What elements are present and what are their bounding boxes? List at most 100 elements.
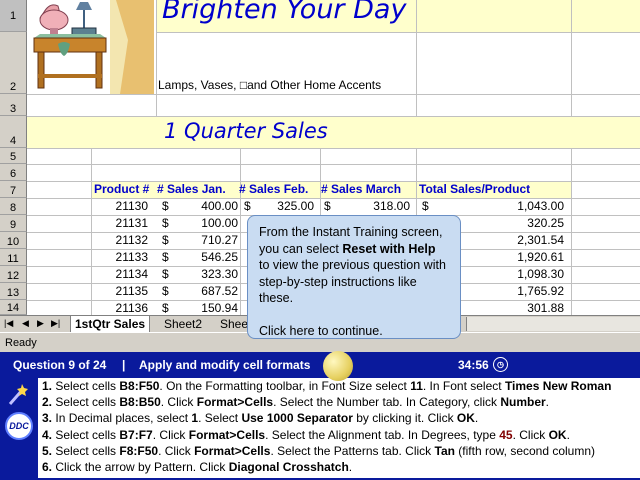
- cell-currency[interactable]: $: [162, 199, 169, 213]
- cell-total[interactable]: 1,098.30: [517, 267, 564, 281]
- step-text: . Select the Patterns tab. Click: [270, 443, 435, 458]
- cell-total[interactable]: 1,043.00: [517, 199, 564, 213]
- clock-icon[interactable]: ◷: [493, 357, 508, 372]
- workbook-title: Brighten Your Day: [162, 0, 407, 25]
- training-callout[interactable]: From the Instant Training screen, you ca…: [247, 215, 461, 339]
- cell-currency[interactable]: $: [162, 216, 169, 230]
- cell-total[interactable]: 1,765.92: [517, 284, 564, 298]
- header-product[interactable]: Product #: [94, 182, 149, 196]
- instruction-step: 3. In Decimal places, select 1. Select U…: [38, 410, 640, 426]
- step-text: Select cells: [55, 443, 120, 458]
- row-header-4[interactable]: 4: [0, 116, 27, 148]
- row-header-2[interactable]: 2: [0, 32, 27, 94]
- row-header-9[interactable]: 9: [0, 215, 27, 232]
- row-header-11[interactable]: 11: [0, 249, 27, 266]
- cell-jan[interactable]: 687.52: [201, 284, 238, 298]
- instruction-step: 4. Select cells B7:F7. Click Format>Cell…: [38, 427, 640, 443]
- step-text: Select cells: [55, 427, 120, 442]
- cell-jan[interactable]: 546.25: [201, 250, 238, 264]
- instruction-step: 2. Select cells B8:B50. Click Format>Cel…: [38, 394, 640, 410]
- step-keyword: Format>Cells: [196, 395, 274, 410]
- header-sales-feb[interactable]: # Sales Feb.: [239, 182, 308, 196]
- cell-total[interactable]: 320.25: [527, 216, 564, 230]
- header-sales-march[interactable]: # Sales March: [321, 182, 401, 196]
- step-text: . Click: [158, 443, 195, 458]
- cell-currency[interactable]: $: [162, 233, 169, 247]
- cell-product[interactable]: 21133: [116, 250, 148, 264]
- cell-currency[interactable]: $: [422, 199, 429, 213]
- header-total[interactable]: Total Sales/Product: [419, 182, 530, 196]
- continue-ball[interactable]: [323, 351, 353, 381]
- step-text: Select cells: [55, 379, 120, 393]
- cell-product[interactable]: 21135: [116, 284, 148, 298]
- row-header-6[interactable]: 6: [0, 164, 27, 181]
- step-keyword: F8:F50: [119, 443, 159, 458]
- next-sheet-icon[interactable]: ▶: [37, 318, 44, 329]
- step-text: Click the arrow by Pattern. Click: [55, 460, 229, 475]
- cell-product[interactable]: 21136: [116, 301, 148, 315]
- row-header-10[interactable]: 10: [0, 232, 27, 249]
- callout-continue-link[interactable]: Click here to continue.: [259, 324, 383, 338]
- cell-product[interactable]: 21132: [116, 233, 148, 247]
- step-text: .: [566, 427, 570, 442]
- step-text: In Decimal places, select: [55, 411, 192, 426]
- step-text: . Select: [198, 411, 242, 426]
- cell-total[interactable]: 2,301.54: [517, 233, 564, 247]
- step-keyword: B8:F50: [119, 379, 160, 393]
- first-sheet-icon[interactable]: |◀: [4, 318, 13, 329]
- cell-currency[interactable]: $: [244, 199, 251, 213]
- step-keyword: 45: [499, 427, 513, 442]
- cell-product[interactable]: 21131: [116, 216, 148, 230]
- cell-jan[interactable]: 323.30: [201, 267, 238, 281]
- step-number: 1.: [42, 379, 53, 393]
- step-keyword: OK: [548, 427, 567, 442]
- row-header-12[interactable]: 12: [0, 266, 27, 283]
- cell-feb[interactable]: 325.00: [277, 199, 314, 213]
- cell-currency[interactable]: $: [162, 250, 169, 264]
- step-keyword: Format>Cells: [188, 427, 266, 442]
- step-text: .: [545, 395, 550, 410]
- step-keyword: OK: [456, 411, 475, 426]
- step-keyword: Use 1000 Separator: [241, 411, 353, 426]
- prev-sheet-icon[interactable]: ◀: [22, 318, 29, 329]
- step-text: Select cells: [55, 395, 120, 410]
- horizontal-scrollbar[interactable]: [466, 317, 640, 331]
- cell-total[interactable]: 301.88: [527, 301, 564, 315]
- cell-product[interactable]: 21130: [116, 199, 148, 213]
- cell-product[interactable]: 21134: [116, 267, 148, 281]
- cell-jan[interactable]: 710.27: [201, 233, 238, 247]
- callout-text-2: to view the previous question with step-…: [259, 258, 446, 305]
- tab-sheet2[interactable]: Sheet2: [160, 316, 206, 332]
- row-header-1[interactable]: 1: [0, 0, 27, 32]
- step-text: . Select the Number tab. In Category, cl…: [273, 395, 501, 410]
- cell-jan[interactable]: 150.94: [201, 301, 238, 315]
- cell-jan[interactable]: 400.00: [201, 199, 238, 213]
- step-text: (fifth row, second column): [454, 443, 596, 458]
- cell-currency[interactable]: $: [162, 284, 169, 298]
- cell-total[interactable]: 1,920.61: [517, 250, 564, 264]
- cell-currency[interactable]: $: [324, 199, 331, 213]
- row-header-3[interactable]: 3: [0, 94, 27, 116]
- wand-icon[interactable]: [6, 382, 32, 408]
- instruction-step: 6. Click the arrow by Pattern. Click Dia…: [38, 459, 640, 475]
- row-header-8[interactable]: 8: [0, 198, 27, 215]
- cell-currency[interactable]: $: [162, 267, 169, 281]
- cell-mar[interactable]: 318.00: [373, 199, 410, 213]
- row-header-14[interactable]: 14: [0, 300, 27, 315]
- row-header-13[interactable]: 13: [0, 283, 27, 300]
- step-keyword: Times New Roman: [504, 379, 612, 393]
- row-header-7[interactable]: 7: [0, 181, 27, 198]
- callout-reset-help: Reset with Help: [342, 241, 436, 256]
- timer: 34:56: [458, 358, 489, 372]
- instructions-panel: DDC 1. Select cells B8:F50. On the Forma…: [0, 378, 640, 480]
- step-keyword: Number: [500, 395, 546, 410]
- row-header-5[interactable]: 5: [0, 148, 27, 164]
- question-number: Question 9 of 24: [13, 358, 107, 372]
- header-sales-jan[interactable]: # Sales Jan.: [157, 182, 226, 196]
- tab-1stqtr-sales[interactable]: 1stQtr Sales: [70, 316, 151, 333]
- step-keyword: B7:F7: [119, 427, 153, 442]
- cell-jan[interactable]: 100.00: [201, 216, 238, 230]
- last-sheet-icon[interactable]: ▶|: [51, 318, 60, 329]
- cell-currency[interactable]: $: [162, 301, 169, 315]
- step-number: 3.: [42, 411, 53, 426]
